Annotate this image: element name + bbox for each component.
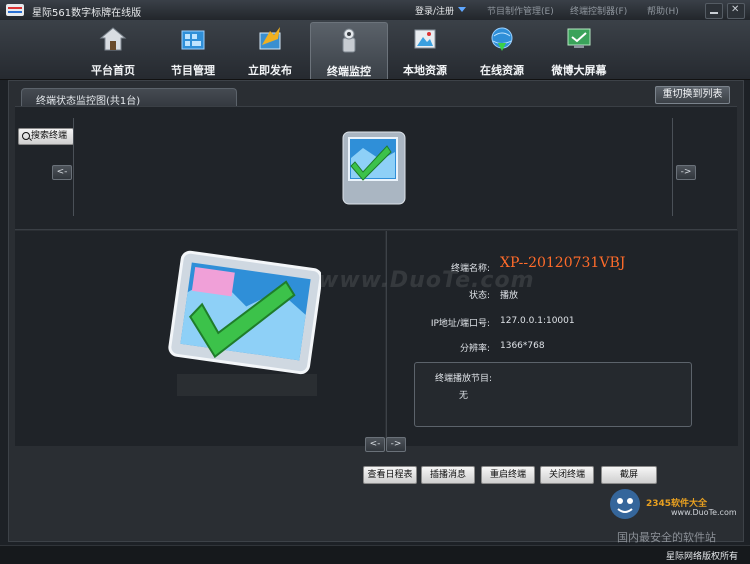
nav-program[interactable]: 节目管理 — [155, 22, 231, 78]
resolution-label: 分辨率: — [459, 344, 490, 354]
login-dropdown-icon[interactable] — [458, 7, 466, 12]
playing-program-box: 终端播放节目: 无 — [414, 362, 692, 427]
strip-divider-left — [73, 118, 74, 216]
nav-weibo-screen[interactable]: 微博大屏幕 — [541, 22, 617, 78]
screenshot-button[interactable]: 截屏 — [601, 466, 657, 484]
shutdown-terminal-button[interactable]: 关闭终端 — [540, 466, 594, 484]
nav-label: 本地资源 — [403, 64, 447, 77]
search-terminal-button[interactable]: 搜索终端 — [18, 128, 74, 145]
switch-to-list-button[interactable]: 重切换到列表 — [655, 86, 730, 104]
tab-terminal-status[interactable]: 终端状态监控图(共1台) — [21, 88, 237, 108]
menu-program-make[interactable]: 节目制作管理(E) — [487, 4, 554, 17]
site-watermark-logo-icon — [610, 489, 640, 519]
weibo-screen-icon — [567, 28, 591, 48]
app-title: 星际561数字标牌在线版 — [32, 8, 142, 19]
restart-terminal-button[interactable]: 重启终端 — [481, 466, 535, 484]
playing-program-label: 终端播放节目: — [435, 374, 493, 384]
site-watermark-url: www.DuoTe.com — [671, 508, 737, 517]
program-icon — [181, 30, 205, 50]
copyright-text: 星际网络版权所有 — [665, 552, 738, 562]
nav-home[interactable]: 平台首页 — [75, 22, 151, 78]
search-icon — [22, 132, 30, 140]
search-label: 搜索终端 — [31, 131, 68, 141]
status-bar: 星际网络版权所有 — [0, 545, 750, 564]
view-schedule-button[interactable]: 查看日程表 — [363, 466, 417, 484]
playing-program-value: 无 — [459, 391, 469, 401]
menu-help[interactable]: 帮助(H) — [647, 4, 679, 17]
tab-label: 终端状态监控图(共1台) — [36, 96, 141, 107]
login-link[interactable]: 登录/注册 — [415, 4, 454, 17]
resolution-value: 1366*768 — [500, 341, 545, 351]
minimize-button[interactable] — [705, 3, 723, 19]
strip-divider-right — [672, 118, 673, 216]
nav-local-resource[interactable]: 本地资源 — [387, 22, 463, 78]
preview-next-button[interactable]: -> — [386, 437, 406, 452]
title-bar: 星际561数字标牌在线版 登录/注册 节目制作管理(E) 终端控制器(F) 帮助… — [0, 0, 750, 21]
nav-label: 平台首页 — [91, 64, 135, 77]
app-logo-icon — [6, 4, 24, 16]
ip-value: 127.0.0.1:10001 — [500, 316, 575, 326]
terminal-name-value: XP--20120731VBJ — [500, 255, 626, 271]
preview-prev-button[interactable]: <- — [365, 437, 385, 452]
ip-label: IP地址/端口号: — [430, 319, 490, 329]
nav-label: 节目管理 — [171, 64, 215, 77]
home-icon — [99, 27, 127, 51]
nav-online-resource[interactable]: 在线资源 — [464, 22, 540, 78]
nav-label: 终端监控 — [327, 65, 371, 78]
strip-next-button[interactable]: -> — [676, 165, 696, 180]
terminal-thumbnail[interactable] — [341, 128, 407, 206]
terminal-large-icon — [168, 250, 321, 396]
site-watermark-tagline: 国内最安全的软件站 — [617, 531, 716, 544]
nav-label: 立即发布 — [248, 64, 292, 77]
terminal-name-label: 终端名称: — [450, 264, 490, 274]
nav-label: 在线资源 — [480, 64, 524, 77]
nav-label: 微博大屏幕 — [551, 64, 607, 77]
local-resource-icon — [414, 29, 436, 49]
insert-message-button[interactable]: 插播消息 — [421, 466, 475, 484]
nav-monitor[interactable]: 终端监控 — [310, 22, 388, 79]
online-resource-icon — [491, 27, 513, 51]
publish-icon — [259, 27, 281, 50]
menu-terminal-control[interactable]: 终端控制器(F) — [570, 4, 627, 17]
status-label: 状态: — [468, 291, 490, 301]
main-nav: 平台首页 节目管理 立即发布 终端监控 本地资源 在线资源 微博大屏幕 — [0, 20, 750, 80]
nav-publish[interactable]: 立即发布 — [232, 22, 308, 78]
monitor-icon — [342, 28, 356, 53]
close-button[interactable] — [727, 3, 745, 19]
strip-prev-button[interactable]: <- — [52, 165, 72, 180]
status-value: 播放 — [500, 291, 519, 301]
